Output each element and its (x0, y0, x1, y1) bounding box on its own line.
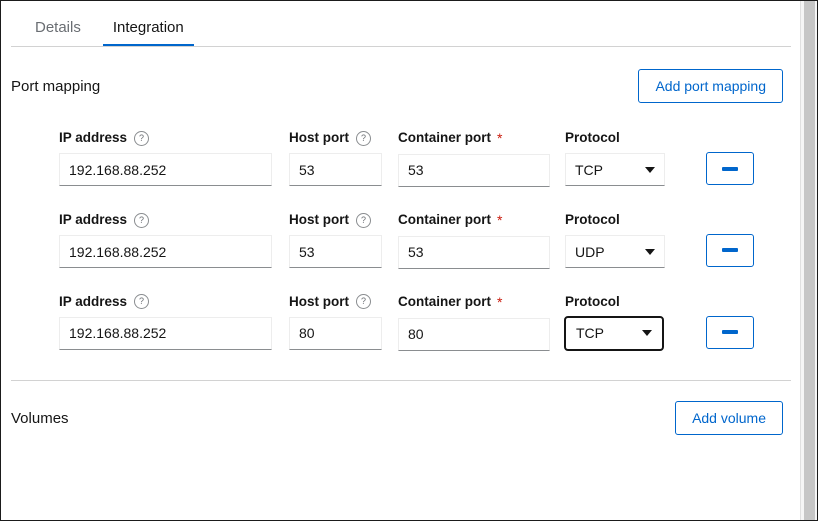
protocol-label: Protocol (565, 293, 620, 309)
container-port-input[interactable] (398, 235, 550, 269)
protocol-select-value: UDP (575, 243, 605, 260)
tab-list: Details Integration (11, 1, 791, 47)
protocol-select[interactable]: TCP (565, 153, 665, 187)
chevron-down-icon (645, 248, 655, 255)
ip-address-label: IP address ? (59, 294, 272, 310)
integration-panel: Details Integration Port mapping Add por… (0, 0, 818, 521)
required-asterisk: * (497, 211, 503, 228)
port-mapping-rows: IP address ? Host port ? Container port (1, 130, 801, 351)
container-port-label: Container port * (398, 212, 550, 229)
ip-address-input[interactable] (59, 316, 272, 350)
help-icon[interactable]: ? (134, 212, 150, 228)
add-port-mapping-button[interactable]: Add port mapping (638, 69, 783, 104)
container-port-label-text: Container port (398, 294, 491, 310)
host-port-label: Host port ? (289, 212, 382, 228)
protocol-select[interactable]: TCP (564, 315, 664, 351)
required-asterisk: * (497, 293, 503, 310)
vertical-scrollbar[interactable] (800, 1, 817, 520)
ip-address-field-group: IP address ? (59, 130, 272, 187)
help-icon[interactable]: ? (134, 130, 150, 146)
protocol-field-group: Protocol UDP (565, 211, 665, 269)
protocol-label: Protocol (565, 211, 620, 227)
host-port-field-group: Host port ? (289, 212, 382, 269)
ip-address-label-text: IP address (59, 211, 128, 227)
row-actions (706, 130, 754, 186)
host-port-label-text: Host port (289, 211, 349, 227)
minus-icon (722, 330, 738, 335)
host-port-label-text: Host port (289, 293, 349, 309)
help-icon[interactable]: ? (134, 294, 150, 310)
remove-port-mapping-button[interactable] (706, 233, 754, 267)
host-port-input[interactable] (289, 153, 382, 187)
host-port-input[interactable] (289, 316, 382, 350)
container-port-input[interactable] (398, 153, 550, 187)
help-icon[interactable]: ? (356, 130, 371, 146)
container-port-field-group: Container port * (398, 212, 550, 269)
protocol-field-group: Protocol TCP (564, 293, 665, 351)
table-row: IP address ? Host port ? Container port (1, 294, 801, 351)
help-icon[interactable]: ? (356, 212, 371, 228)
protocol-select[interactable]: UDP (565, 235, 665, 269)
section-divider (11, 379, 791, 381)
container-port-label-text: Container port (398, 212, 491, 228)
ip-address-label: IP address ? (59, 130, 272, 146)
ip-address-label-text: IP address (59, 130, 128, 146)
add-volume-button[interactable]: Add volume (675, 400, 783, 436)
host-port-field-group: Host port ? (289, 130, 382, 187)
tab-bar-baseline (11, 46, 791, 47)
ip-address-input[interactable] (59, 235, 272, 269)
container-port-field-group: Container port * (398, 130, 550, 187)
chevron-down-icon (642, 330, 652, 337)
host-port-label: Host port ? (289, 294, 382, 310)
container-port-label: Container port * (398, 294, 550, 311)
protocol-field-group: Protocol TCP (565, 130, 665, 187)
row-actions (706, 212, 754, 267)
volumes-header: Volumes Add volume (1, 400, 801, 436)
protocol-select-value: TCP (575, 161, 603, 178)
remove-port-mapping-button[interactable] (706, 315, 754, 349)
ip-address-input[interactable] (59, 153, 272, 187)
help-icon[interactable]: ? (356, 294, 371, 310)
port-mapping-title: Port mapping (11, 77, 101, 95)
scrollbar-thumb[interactable] (804, 1, 815, 520)
container-port-input[interactable] (398, 317, 550, 351)
table-row: IP address ? Host port ? Container port (1, 212, 801, 269)
ip-address-field-group: IP address ? (59, 294, 272, 350)
host-port-field-group: Host port ? (289, 294, 382, 350)
ip-address-field-group: IP address ? (59, 212, 272, 269)
volumes-title: Volumes (11, 409, 69, 427)
ip-address-label-text: IP address (59, 293, 128, 309)
minus-icon (722, 166, 738, 171)
container-port-label-text: Container port (398, 130, 491, 146)
tab-bar: Details Integration (11, 1, 791, 47)
chevron-down-icon (645, 166, 655, 173)
remove-port-mapping-button[interactable] (706, 152, 754, 186)
protocol-label: Protocol (565, 130, 620, 146)
required-asterisk: * (497, 130, 503, 147)
container-port-field-group: Container port * (398, 294, 550, 351)
panel-content: Details Integration Port mapping Add por… (1, 1, 801, 520)
tab-integration[interactable]: Integration (97, 20, 200, 47)
host-port-label-text: Host port (289, 130, 349, 146)
row-actions (706, 294, 754, 349)
host-port-label: Host port ? (289, 130, 382, 146)
ip-address-label: IP address ? (59, 212, 272, 228)
host-port-input[interactable] (289, 235, 382, 269)
container-port-label: Container port * (398, 130, 550, 147)
port-mapping-header: Port mapping Add port mapping (1, 69, 801, 104)
table-row: IP address ? Host port ? Container port (1, 130, 801, 187)
protocol-select-value: TCP (576, 325, 604, 342)
minus-icon (722, 248, 738, 253)
tab-details[interactable]: Details (19, 20, 97, 47)
